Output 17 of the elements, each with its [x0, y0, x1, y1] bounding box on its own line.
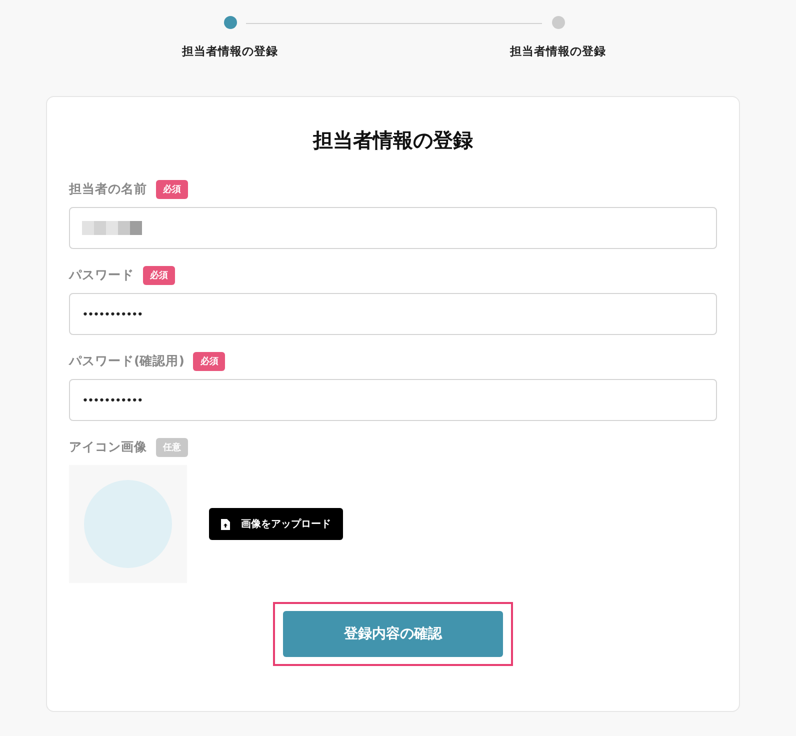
password-value: •••••••••••: [82, 394, 142, 406]
password-value: •••••••••••: [82, 308, 142, 320]
input-field[interactable]: •••••••••••: [69, 293, 717, 335]
step-label: 担当者情報の登録: [510, 44, 606, 59]
step-label: 担当者情報の登録: [182, 44, 278, 59]
form-title: 担当者情報の登録: [312, 127, 474, 154]
input-field[interactable]: •••••••••••: [69, 379, 717, 421]
field-label: パスワード(確認用): [69, 353, 184, 370]
field-label: パスワード: [69, 267, 134, 284]
field-label: アイコン画像: [69, 439, 147, 456]
file-upload-icon: [221, 518, 230, 530]
required-badge: 必須: [193, 352, 226, 371]
field-label: 担当者の名前: [69, 181, 147, 198]
upload-button[interactable]: 画像をアップロード: [209, 508, 343, 540]
input-field[interactable]: [69, 207, 717, 249]
required-badge: 必須: [143, 266, 175, 285]
required-badge: 必須: [156, 180, 188, 199]
